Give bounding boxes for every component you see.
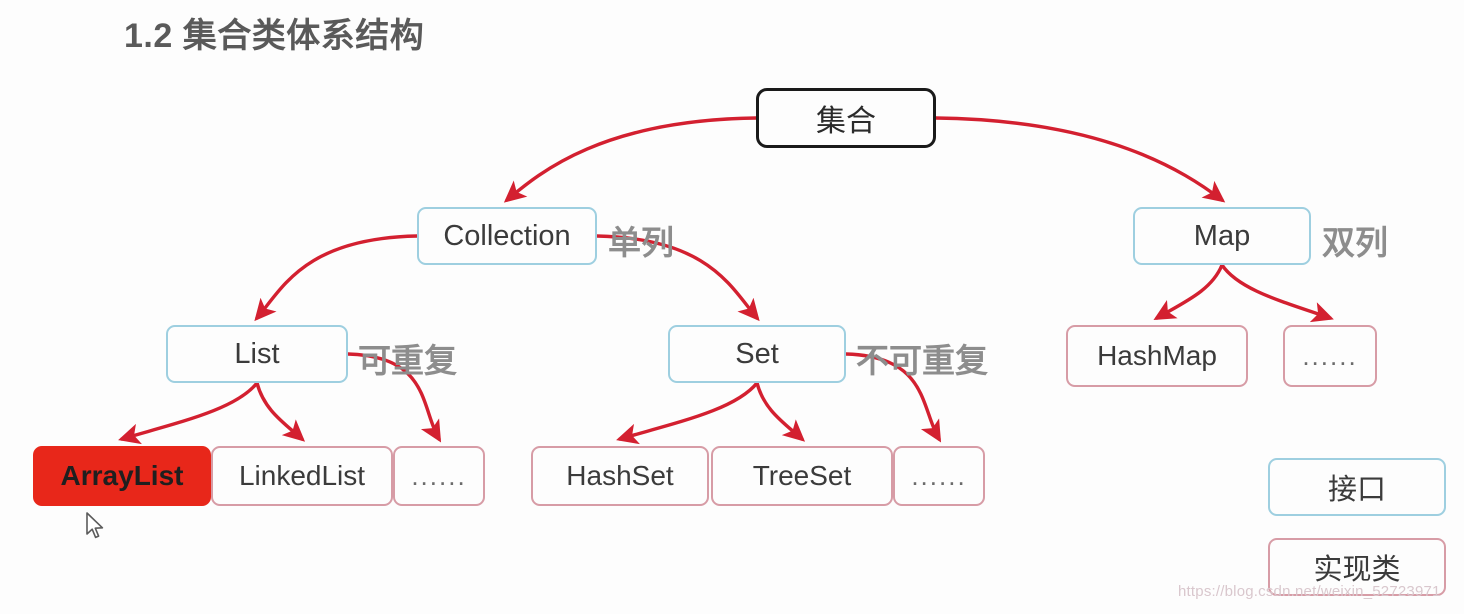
edge-layer — [118, 116, 1334, 445]
node-hashset[interactable]: HashSet — [531, 446, 709, 506]
node-list[interactable]: List — [166, 325, 348, 383]
node-label: TreeSet — [752, 460, 852, 491]
map-note: 双列 — [1322, 224, 1388, 261]
node-label: ...... — [411, 460, 467, 491]
legend-label: 实现类 — [1313, 554, 1401, 586]
node-collection[interactable]: Collection — [417, 207, 597, 265]
diagram-canvas: 1.2 集合类体系结构 集合 Collection Map List Set HashMa… — [0, 0, 1464, 614]
legend-interface: 接口 — [1268, 458, 1446, 516]
edge-root-to-collection — [503, 116, 758, 203]
collection-note: 单列 — [608, 224, 674, 261]
node-mapdots[interactable]: ...... — [1283, 325, 1377, 387]
node-label: ...... — [911, 460, 967, 491]
node-listdots[interactable]: ...... — [393, 446, 485, 506]
edge-set-to-treeset — [755, 381, 806, 442]
node-map[interactable]: Map — [1133, 207, 1311, 265]
node-label: ...... — [1302, 340, 1358, 371]
edge-list-to-arraylist — [118, 381, 259, 445]
edge-root-to-map — [934, 116, 1226, 203]
edge-set-to-hashset — [616, 381, 759, 445]
edge-collection-to-list — [254, 234, 419, 322]
node-label: Collection — [443, 219, 571, 252]
node-linkedlist[interactable]: LinkedList — [211, 446, 393, 506]
node-label: Map — [1193, 219, 1251, 252]
node-hashmap[interactable]: HashMap — [1066, 325, 1248, 387]
node-label: ArrayList — [60, 460, 184, 491]
node-label: HashSet — [566, 460, 674, 491]
node-root[interactable]: 集合 — [756, 88, 936, 148]
edge-map-to-hashmap — [1153, 263, 1224, 321]
node-arraylist[interactable]: ArrayList — [33, 446, 211, 506]
node-label: LinkedList — [238, 460, 366, 491]
node-set[interactable]: Set — [668, 325, 846, 383]
node-label: 集合 — [816, 105, 876, 138]
edge-map-to-mapdots — [1220, 263, 1334, 323]
watermark: https://blog.csdn.net/weixin_52723971 — [1178, 583, 1441, 600]
edge-list-to-linkedlist — [255, 381, 306, 442]
mouse-cursor-icon — [86, 512, 104, 539]
node-label: List — [234, 337, 280, 370]
node-label: HashMap — [1097, 340, 1217, 371]
node-treeset[interactable]: TreeSet — [711, 446, 893, 506]
node-label: Set — [735, 337, 779, 370]
list-note: 可重复 — [358, 342, 457, 379]
legend-label: 接口 — [1327, 474, 1386, 506]
node-setdots[interactable]: ...... — [893, 446, 985, 506]
set-note: 不可重复 — [856, 342, 988, 379]
page-title: 1.2 集合类体系结构 — [124, 17, 425, 55]
